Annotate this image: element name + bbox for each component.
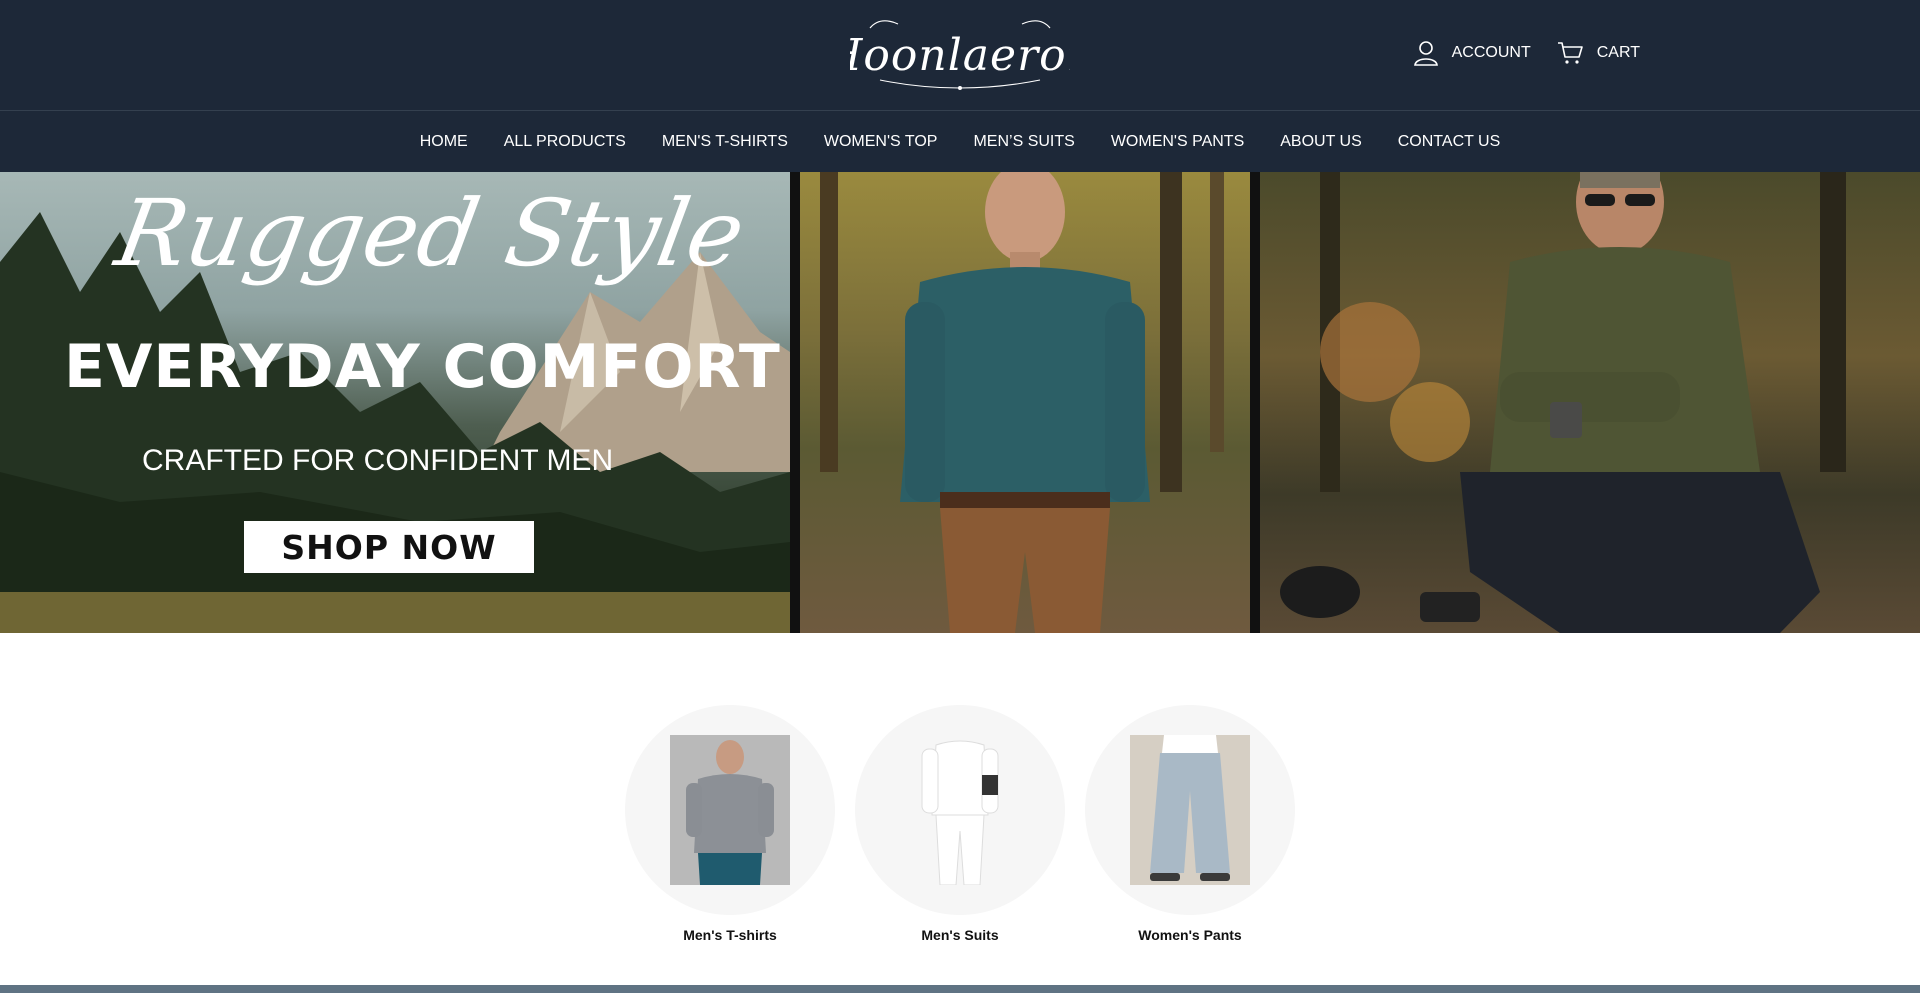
nav-womens-pants[interactable]: WOMEN'S PANTS: [1111, 133, 1244, 151]
hero-script-heading: Rugged Style: [108, 180, 753, 287]
hero-panel-model-henley: [800, 172, 1250, 633]
category-list: Men's T-shirts Men's Suits Women's Pants: [0, 705, 1920, 943]
category-image-womens-pants[interactable]: [1085, 705, 1295, 915]
hero-panel-model-camp: [1260, 172, 1920, 633]
tshirt-model-image: [670, 735, 790, 885]
nav-about-us[interactable]: ABOUT US: [1280, 133, 1362, 151]
account-label: ACCOUNT: [1451, 44, 1531, 61]
model-henley-illustration: [820, 172, 1224, 633]
nav-home[interactable]: HOME: [420, 133, 468, 151]
header-actions: ACCOUNT CART: [1413, 40, 1640, 66]
hero-title: EVERYDAY COMFORT: [64, 332, 781, 402]
user-icon: [1413, 41, 1438, 66]
panel-divider-2: [1250, 172, 1260, 633]
account-link[interactable]: ACCOUNT: [1413, 40, 1531, 66]
category-label-womens-pants[interactable]: Women's Pants: [1138, 927, 1241, 943]
nav-mens-tshirts[interactable]: MEN'S T-SHIRTS: [662, 133, 788, 151]
category-image-mens-suits[interactable]: [855, 705, 1065, 915]
footer-strip: [0, 985, 1920, 993]
cart-link[interactable]: CART: [1557, 41, 1640, 65]
hero-banner[interactable]: Rugged Style EVERYDAY COMFORT CRAFTED FO…: [0, 172, 1920, 633]
category-label-mens-tshirts[interactable]: Men's T-shirts: [683, 927, 777, 943]
category-image-mens-tshirts[interactable]: [625, 705, 835, 915]
category-womens-pants[interactable]: Women's Pants: [1085, 705, 1295, 943]
shop-now-button[interactable]: SHOP NOW: [244, 521, 534, 573]
site-header: Hoonlaeron ACCOUNT CART HOME ALL PRODUCT…: [0, 0, 1920, 172]
main-nav: HOME ALL PRODUCTS MEN'S T-SHIRTS WOMEN'S…: [0, 111, 1920, 172]
category-mens-tshirts[interactable]: Men's T-shirts: [625, 705, 835, 943]
panel-divider: [790, 172, 800, 633]
nav-mens-suits[interactable]: MEN’S SUITS: [973, 133, 1074, 151]
nav-womens-top[interactable]: WOMEN'S TOP: [824, 133, 938, 151]
cart-label: CART: [1596, 44, 1640, 61]
hero-subtitle: CRAFTED FOR CONFIDENT MEN: [142, 444, 614, 477]
suit-model-image: [900, 735, 1020, 885]
nav-contact-us[interactable]: CONTACT US: [1398, 133, 1501, 151]
brand-logo[interactable]: Hoonlaeron: [850, 10, 1070, 100]
category-mens-suits[interactable]: Men's Suits: [855, 705, 1065, 943]
category-label-mens-suits[interactable]: Men's Suits: [921, 927, 998, 943]
cart-icon: [1557, 42, 1583, 64]
nav-all-products[interactable]: ALL PRODUCTS: [504, 133, 626, 151]
pants-model-image: [1130, 735, 1250, 885]
brand-name: Hoonlaeron: [850, 30, 1070, 81]
model-camp-illustration: [1280, 172, 1846, 633]
hero-panel-mountains: Rugged Style EVERYDAY COMFORT CRAFTED FO…: [0, 172, 790, 633]
